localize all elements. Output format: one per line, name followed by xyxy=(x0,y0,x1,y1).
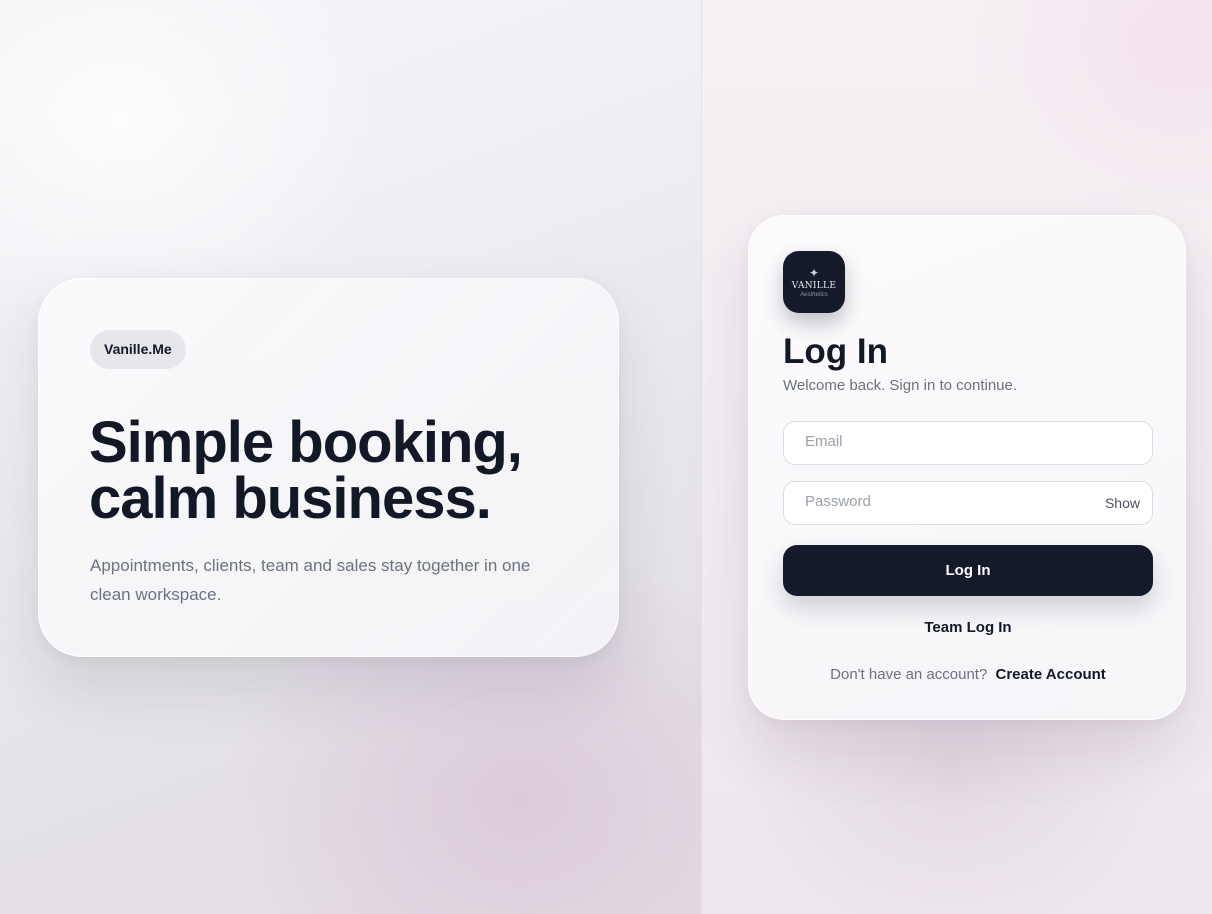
show-password-toggle[interactable]: Show xyxy=(1105,495,1140,511)
hero-title: Simple booking, calm business. xyxy=(89,414,609,528)
hero-title-line2: calm business. xyxy=(89,466,492,531)
login-button[interactable]: Log In xyxy=(783,545,1153,596)
logo-flower-icon: ✦ xyxy=(808,266,820,280)
team-login-link[interactable]: Team Log In xyxy=(783,618,1153,638)
login-subtitle: Welcome back. Sign in to continue. xyxy=(783,377,1018,394)
email-field[interactable] xyxy=(784,422,1152,464)
password-field-container: Show xyxy=(783,481,1153,525)
vanille-logo-icon: ✦ VANILLE Aesthetics xyxy=(783,251,845,313)
hero-panel: Vanille.Me Simple booking, calm business… xyxy=(0,0,701,914)
hero-card: Vanille.Me Simple booking, calm business… xyxy=(38,278,619,657)
create-account-link[interactable]: Create Account xyxy=(996,666,1106,683)
email-field-container xyxy=(783,421,1153,465)
logo-script: Aesthetics xyxy=(800,292,828,298)
login-title: Log In xyxy=(783,332,888,371)
brand-badge: Vanille.Me xyxy=(90,330,186,369)
password-field[interactable] xyxy=(784,482,1152,524)
signup-row: Don't have an account? Create Account xyxy=(783,665,1153,685)
logo-wordmark: VANILLE xyxy=(791,281,837,291)
hero-subtitle: Appointments, clients, team and sales st… xyxy=(90,556,531,604)
login-card: ✦ VANILLE Aesthetics Log In Welcome back… xyxy=(748,215,1186,720)
signup-prompt: Don't have an account? xyxy=(830,666,988,683)
